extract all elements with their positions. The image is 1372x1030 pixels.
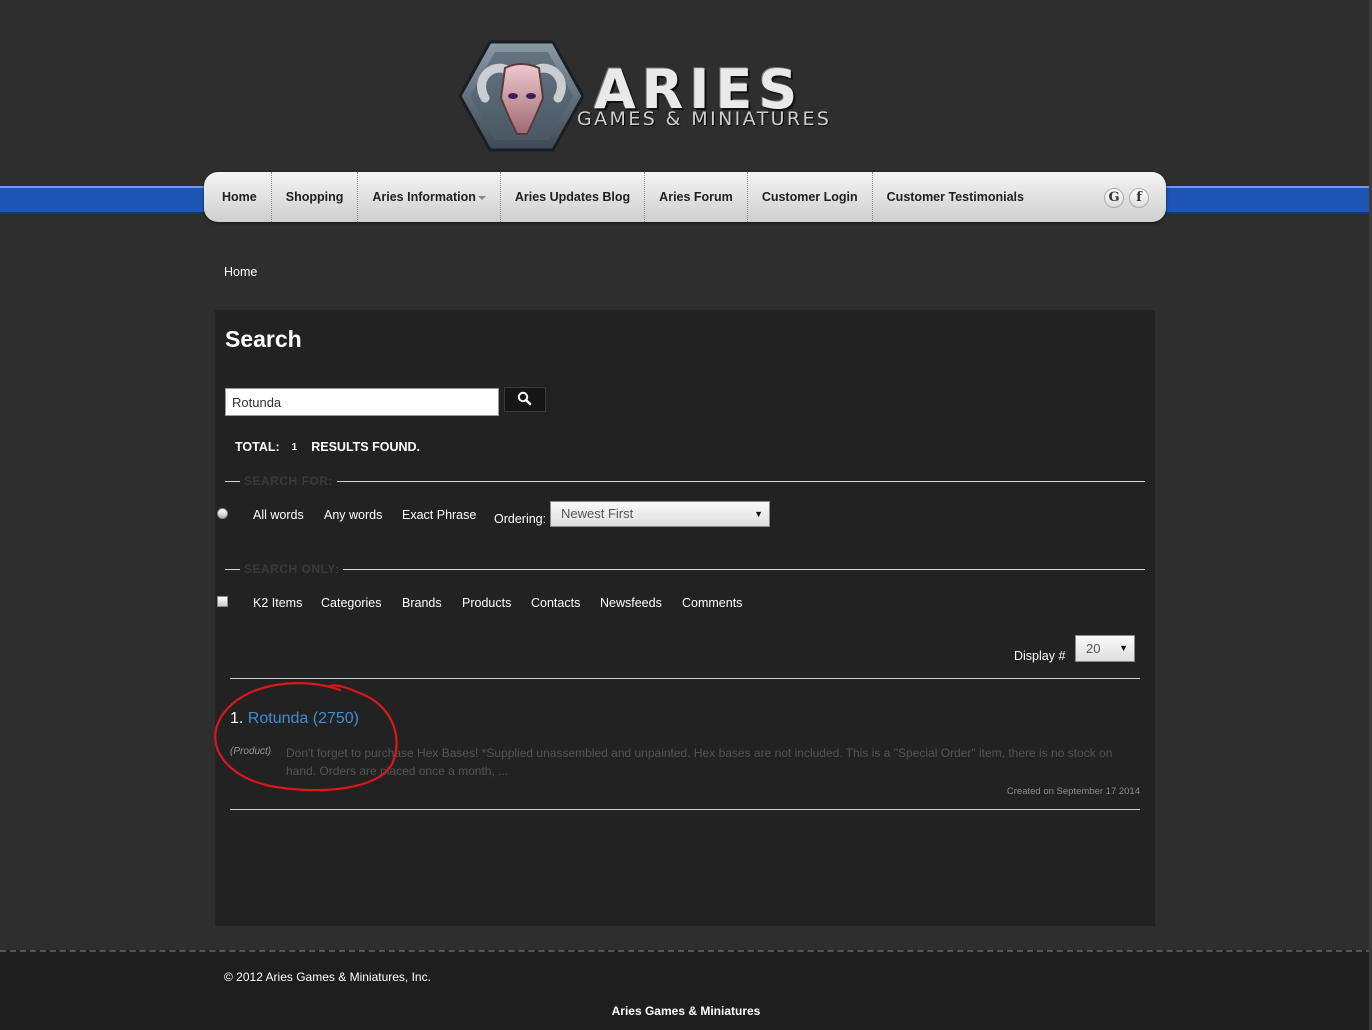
facebook-icon[interactable]: f xyxy=(1129,188,1149,208)
page-title: Search xyxy=(225,326,302,352)
ordering-label: Ordering: xyxy=(494,512,547,526)
breadcrumb[interactable]: Home xyxy=(224,265,257,279)
nav-item-label: Home xyxy=(222,190,257,204)
area-newsfeeds[interactable]: Newsfeeds xyxy=(600,596,662,610)
search-only-legend: SEARCH ONLY: xyxy=(240,562,344,576)
area-k2-items[interactable]: K2 Items xyxy=(253,596,302,610)
result-snippet: Don't forget to purchase Hex Bases! *Sup… xyxy=(286,746,1113,778)
logo-subtitle: GAMES & MINIATURES xyxy=(577,108,832,130)
nav-items: Home Shopping Aries Information Aries Updat… xyxy=(208,172,1038,222)
result-index: 1. xyxy=(230,710,244,727)
area-comments[interactable]: Comments xyxy=(682,596,742,610)
area-brands[interactable]: Brands xyxy=(402,596,442,610)
results-label: RESULTS FOUND. xyxy=(311,440,421,454)
area-categories[interactable]: Categories xyxy=(321,596,381,610)
nav-item-label: Shopping xyxy=(285,190,344,204)
nav-item-customer-login[interactable]: Customer Login xyxy=(748,172,873,222)
chevron-down-icon xyxy=(477,195,486,200)
area-products[interactable]: Products xyxy=(462,596,511,610)
ordering-value: Newest First xyxy=(561,506,634,521)
match-any-words[interactable]: Any words xyxy=(324,508,382,522)
nav-item-label: Aries Information xyxy=(372,190,476,204)
nav-item-label: Aries Updates Blog xyxy=(514,190,631,204)
nav-item-label: Customer Testimonials xyxy=(886,190,1024,204)
area-checkbox[interactable] xyxy=(217,596,228,607)
nav-item-label: Customer Login xyxy=(761,190,858,204)
match-all-words[interactable]: All words xyxy=(253,508,304,522)
area-contacts[interactable]: Contacts xyxy=(531,596,580,610)
footer-site-name: Aries Games & Miniatures xyxy=(611,1004,761,1018)
nav-item-aries-information[interactable]: Aries Information xyxy=(358,172,501,222)
footer: © 2012 Aries Games & Miniatures, Inc. Ar… xyxy=(0,950,1372,1030)
ram-skull-icon xyxy=(458,40,585,152)
nav-item-aries-forum[interactable]: Aries Forum xyxy=(645,172,748,222)
result-title: 1. Rotunda (2750) xyxy=(230,710,359,728)
total-count: 1 xyxy=(291,442,298,453)
results-bottom-rule xyxy=(230,809,1140,810)
site-logo[interactable]: ARIES GAMES & MINIATURES xyxy=(455,38,855,156)
result-created-date: Created on September 17 2014 xyxy=(1006,786,1140,797)
chevron-down-icon: ▼ xyxy=(754,509,763,519)
nav-item-shopping[interactable]: Shopping xyxy=(272,172,359,222)
chevron-down-icon: ▼ xyxy=(1119,643,1128,653)
search-for-divider xyxy=(225,481,1145,482)
google-icon[interactable]: G xyxy=(1104,188,1124,208)
search-panel: Search TOTAL: 1 RESULTS FOUND. SEARCH FO… xyxy=(215,310,1155,926)
display-count-value: 20 xyxy=(1086,641,1101,656)
nav-item-home[interactable]: Home xyxy=(208,172,272,222)
results-total: TOTAL: 1 RESULTS FOUND. xyxy=(235,440,420,456)
match-exact-phrase[interactable]: Exact Phrase xyxy=(402,508,476,522)
display-count-select[interactable]: 20 ▼ xyxy=(1075,635,1135,662)
copyright-text: © 2012 Aries Games & Miniatures, Inc. xyxy=(224,970,431,984)
nav-item-label: Aries Forum xyxy=(659,190,733,204)
search-input[interactable] xyxy=(225,388,499,416)
main-nav: Home Shopping Aries Information Aries Updat… xyxy=(204,172,1166,222)
result-category: (Product) xyxy=(230,746,272,757)
display-label: Display # xyxy=(1014,649,1066,663)
search-icon xyxy=(517,391,532,406)
search-only-divider xyxy=(225,569,1145,570)
search-button[interactable] xyxy=(504,387,546,412)
nav-item-customer-testimonials[interactable]: Customer Testimonials xyxy=(873,172,1038,222)
ordering-select[interactable]: Newest First ▼ xyxy=(550,501,770,527)
result-link[interactable]: Rotunda (2750) xyxy=(248,710,359,727)
search-for-legend: SEARCH FOR: xyxy=(240,474,337,488)
nav-item-aries-updates-blog[interactable]: Aries Updates Blog xyxy=(501,172,646,222)
total-label: TOTAL: xyxy=(235,440,280,454)
results-top-rule xyxy=(230,678,1140,679)
match-radio[interactable] xyxy=(217,508,228,519)
